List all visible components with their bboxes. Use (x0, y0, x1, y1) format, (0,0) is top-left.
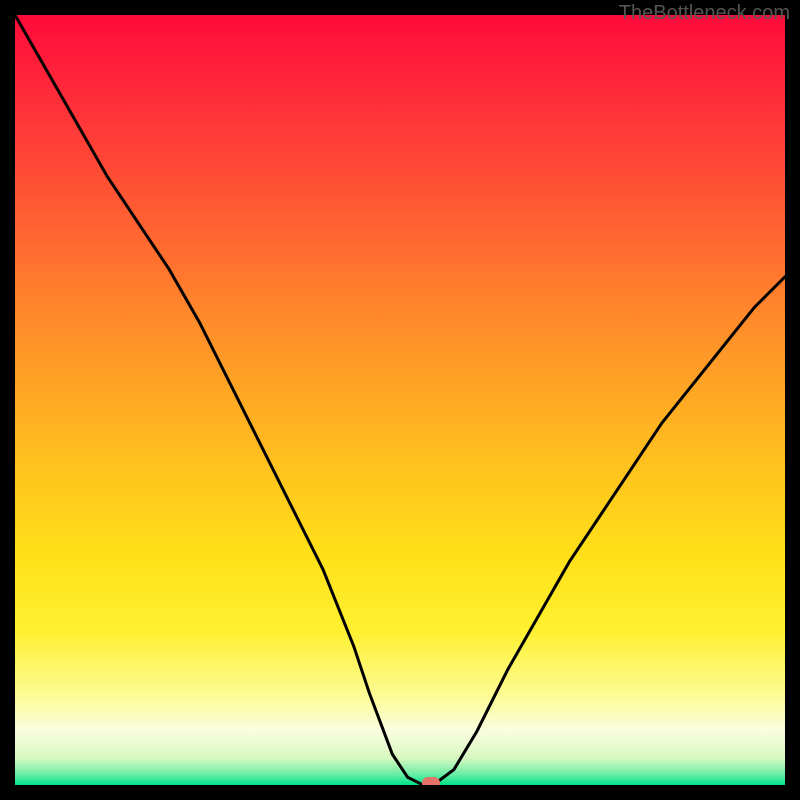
chart-svg (15, 15, 785, 785)
watermark-text: TheBottleneck.com (619, 2, 790, 25)
plot-area (15, 15, 785, 785)
optimal-point-marker (422, 777, 440, 785)
gradient-background (15, 15, 785, 785)
